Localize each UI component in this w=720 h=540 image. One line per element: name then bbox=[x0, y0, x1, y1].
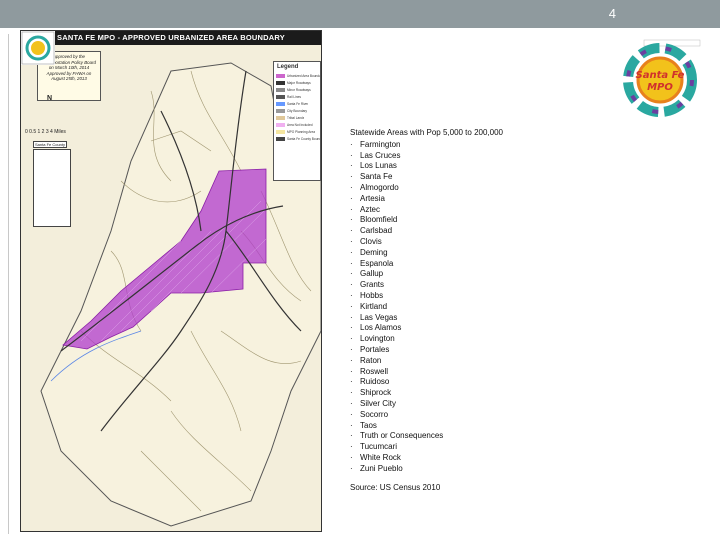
santa-fe-mpo-logo-icon: Santa Fe MPO bbox=[623, 39, 701, 117]
legend-label: City Boundary bbox=[287, 108, 308, 113]
city-list-item: Raton bbox=[350, 356, 590, 367]
city-list-block: Statewide Areas with Pop 5,000 to 200,00… bbox=[350, 128, 590, 475]
city-list-item: Lovington bbox=[350, 334, 590, 345]
slide-header-bar: 4 bbox=[0, 0, 720, 28]
slide-number: 4 bbox=[608, 6, 616, 21]
city-list-item: Carlsbad bbox=[350, 226, 590, 237]
city-list-item: Kirtland bbox=[350, 302, 590, 313]
city-list-item: Gallup bbox=[350, 269, 590, 280]
legend-swatch bbox=[276, 122, 285, 127]
legend-label: Major Roadways bbox=[287, 80, 311, 85]
legend-swatch bbox=[276, 115, 285, 120]
legend-swatch bbox=[276, 129, 285, 134]
city-list-item: Socorro bbox=[350, 410, 590, 421]
city-list-item: Portales bbox=[350, 345, 590, 356]
city-list-item: Almogordo bbox=[350, 183, 590, 194]
city-list-item: Espanola bbox=[350, 259, 590, 270]
city-list-item: Ruidoso bbox=[350, 377, 590, 388]
legend-swatch bbox=[276, 101, 285, 106]
city-list-item: Bloomfield bbox=[350, 215, 590, 226]
city-list-item: Taos bbox=[350, 421, 590, 432]
legend-item: Urbanized Area Boundary bbox=[274, 72, 320, 79]
list-heading: Statewide Areas with Pop 5,000 to 200,00… bbox=[350, 128, 503, 137]
city-list-item: Santa Fe bbox=[350, 172, 590, 183]
city-list-item: Zuni Pueblo bbox=[350, 464, 590, 475]
city-list-item: Shiprock bbox=[350, 388, 590, 399]
city-list-item: Aztec bbox=[350, 205, 590, 216]
legend-item: MPO Planning Area bbox=[274, 128, 320, 135]
legend-item: Major Roadways bbox=[274, 79, 320, 86]
header-divider bbox=[0, 28, 720, 29]
inset-map bbox=[33, 149, 71, 227]
source-note: Source: US Census 2010 bbox=[350, 483, 441, 492]
legend-swatch bbox=[276, 80, 285, 85]
urbanized-area-map: SANTA FE MPO - APPROVED URBANIZED AREA B… bbox=[20, 30, 322, 532]
scale-bar: 0 0.5 1 2 3 4 Miles bbox=[25, 129, 66, 135]
legend-title: Legend bbox=[277, 64, 299, 70]
city-list-item: Farmington bbox=[350, 140, 590, 151]
legend-item: Tribal Lands bbox=[274, 114, 320, 121]
logo-text-line1: Santa Fe bbox=[636, 70, 685, 81]
legend-label: Santa Fe River bbox=[287, 101, 309, 106]
city-list-item: Roswell bbox=[350, 367, 590, 378]
legend-swatch bbox=[276, 136, 285, 141]
legend-item: Area Not Included bbox=[274, 121, 320, 128]
logo-text-line2: MPO bbox=[647, 82, 673, 93]
city-list-item: Hobbs bbox=[350, 291, 590, 302]
legend-label: Area Not Included bbox=[287, 122, 313, 127]
map-legend: Legend Urbanized Area Boundary Major Road… bbox=[273, 61, 321, 181]
legend-swatch bbox=[276, 94, 285, 99]
legend-item: Minor Roadways bbox=[274, 86, 320, 93]
city-list-item: Los Alamos bbox=[350, 323, 590, 334]
north-arrow-icon: N bbox=[47, 95, 52, 102]
north-label: N bbox=[47, 95, 53, 102]
map-title: SANTA FE MPO - APPROVED URBANIZED AREA B… bbox=[21, 31, 321, 45]
legend-item: Santa Fe County Boundary bbox=[274, 135, 320, 142]
legend-label: MPO Planning Area bbox=[287, 129, 315, 134]
legend-swatch bbox=[276, 73, 285, 78]
city-list-item: Deming bbox=[350, 248, 590, 259]
legend-item: Santa Fe River bbox=[274, 100, 320, 107]
legend-label: Tribal Lands bbox=[287, 115, 305, 120]
city-list-item: White Rock bbox=[350, 453, 590, 464]
city-list-item: Clovis bbox=[350, 237, 590, 248]
legend-swatch bbox=[276, 87, 285, 92]
city-list-item: Grants bbox=[350, 280, 590, 291]
legend-label: Urbanized Area Boundary bbox=[287, 73, 320, 78]
city-list-item: Las Cruces bbox=[350, 151, 590, 162]
legend-swatch bbox=[276, 108, 285, 113]
legend-item: Rail Lines bbox=[274, 93, 320, 100]
map-mpo-logo-icon bbox=[21, 31, 55, 65]
legend-label: Minor Roadways bbox=[287, 87, 311, 92]
city-list-item: Silver City bbox=[350, 399, 590, 410]
city-list-item: Los Lunas bbox=[350, 161, 590, 172]
city-list-item: Artesia bbox=[350, 194, 590, 205]
legend-label: Rail Lines bbox=[287, 94, 301, 99]
legend-item: City Boundary bbox=[274, 107, 320, 114]
approval-line: August 25th, 2013 bbox=[51, 76, 87, 82]
city-list-item: Tucumcari bbox=[350, 442, 590, 453]
city-list: FarmingtonLas CrucesLos LunasSanta FeAlm… bbox=[350, 140, 590, 475]
legend-label: Santa Fe County Boundary bbox=[287, 136, 320, 141]
city-list-item: Truth or Consequences bbox=[350, 431, 590, 442]
left-rule bbox=[8, 34, 9, 534]
city-list-item: Las Vegas bbox=[350, 313, 590, 324]
inset-label: Santa Fe County bbox=[33, 141, 68, 148]
